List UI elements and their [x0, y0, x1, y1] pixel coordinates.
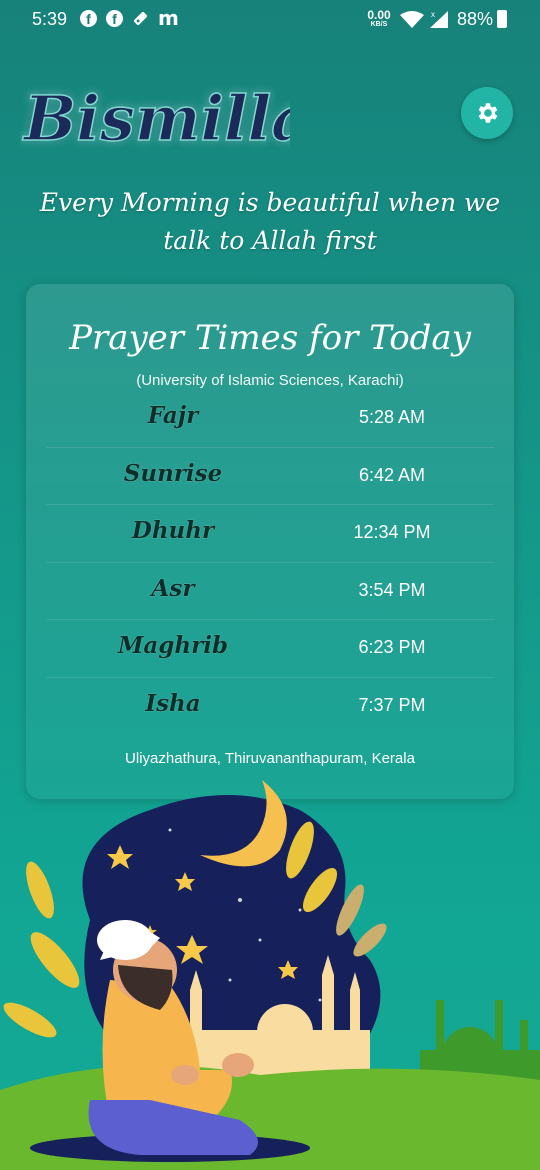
facebook-icon: f [106, 10, 123, 27]
prayer-name: Fajr [147, 402, 199, 429]
wifi-icon [400, 11, 424, 28]
network-speed-unit: KB/S [370, 21, 388, 28]
prayer-row-asr: Asr 3:54 PM [46, 563, 494, 620]
network-speed: 0.00 KB/S [364, 9, 394, 29]
status-time: 5:39 [32, 9, 68, 29]
svg-text:x: x [431, 10, 435, 19]
battery-charging-icon [497, 10, 507, 28]
tagline: Every Morning is beautiful when we talk … [39, 188, 501, 255]
logo-text: Bismillah [22, 82, 290, 155]
prayer-time: 6:23 PM [358, 637, 426, 657]
battery-level: 88% [457, 9, 494, 29]
cell-signal-icon: x [430, 10, 448, 28]
network-speed-value: 0.00 [367, 8, 391, 22]
prayer-row-maghrib: Maghrib 6:23 PM [46, 620, 494, 678]
prayer-time: 7:37 PM [358, 694, 426, 715]
prayer-times-card: Prayer Times for Today (University of Is… [26, 284, 514, 799]
gear-icon [478, 103, 498, 123]
prayer-list: Fajr 5:28 AM Sunrise 6:42 AM Dhuhr 12:34… [46, 390, 494, 734]
location-text: Uliyazhathura, Thiruvananthapuram, Keral… [125, 750, 415, 767]
prayer-name: Isha [145, 689, 201, 717]
prayer-row-sunrise: Sunrise 6:42 AM [46, 448, 494, 505]
praying-man-illustration [0, 780, 540, 1170]
calculation-method: (University of Islamic Sciences, Karachi… [136, 372, 404, 389]
tag-icon [133, 11, 148, 26]
notification-icons: f f m [80, 6, 179, 30]
prayer-row-fajr: Fajr 5:28 AM [46, 390, 494, 448]
card-title: Prayer Times for Today [69, 318, 471, 358]
prayer-name: Sunrise [123, 459, 223, 487]
prayer-row-isha: Isha 7:37 PM [46, 678, 494, 735]
settings-button[interactable] [461, 87, 513, 139]
prayer-time: 6:42 AM [358, 464, 426, 485]
prayer-name: Maghrib [117, 632, 229, 659]
prayer-time: 12:34 PM [353, 522, 431, 542]
prayer-name: Asr [151, 574, 195, 602]
facebook-icon: f [80, 10, 97, 27]
bismillah-logo: Bismillah [21, 81, 290, 156]
prayer-row-dhuhr: Dhuhr 12:34 PM [46, 505, 494, 563]
status-bar: 5:39 f f m 0.00 KB/S x 88% [0, 0, 540, 40]
prayer-time: 5:28 AM [358, 407, 426, 427]
m-logo-icon: m [158, 6, 179, 30]
prayer-name: Dhuhr [131, 517, 215, 544]
prayer-time: 3:54 PM [358, 579, 426, 600]
